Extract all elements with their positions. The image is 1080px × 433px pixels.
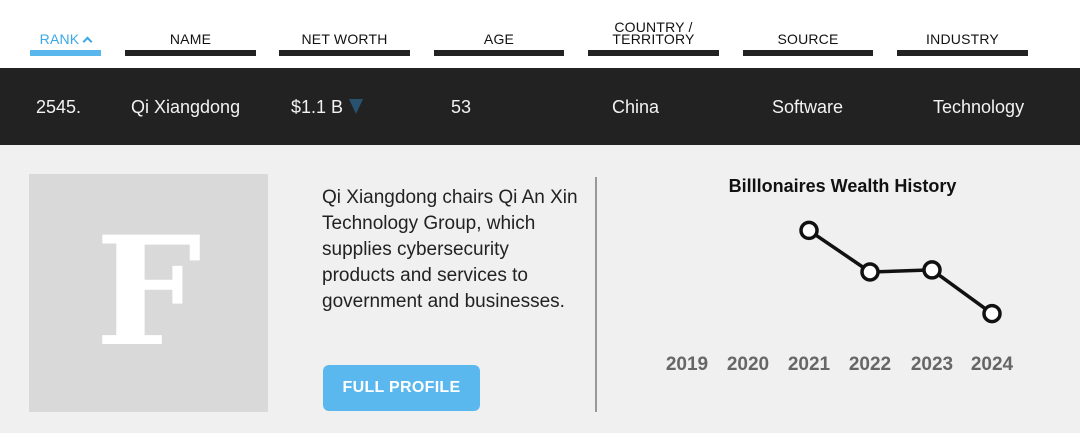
name-cell: Qi Xiangdong: [131, 97, 241, 117]
source-cell: Software: [772, 97, 844, 117]
column-header-net-worth[interactable]: NET WORTH: [279, 0, 410, 68]
chevron-up-icon: [82, 36, 93, 47]
column-header-name-bar: [125, 50, 256, 56]
column-header-industry-bar: [897, 50, 1028, 56]
divider: [595, 177, 597, 412]
column-header-country-bar: [588, 50, 719, 56]
column-header-name-label: NAME: [169, 31, 212, 47]
data-point-2021[interactable]: [799, 220, 819, 241]
x-tick-label: 2023: [911, 354, 953, 375]
rank-cell: 2545.: [36, 97, 82, 117]
x-tick-label: 2024: [971, 354, 1014, 375]
net-worth-cell: $1.1 B: [291, 97, 364, 117]
column-header-rank-bar: [30, 50, 101, 56]
column-header-source-bar: [743, 50, 873, 56]
row-detail-panel: F Qi Xiangdong chairs Qi An Xin Technolo…: [0, 145, 1080, 433]
data-point-2023[interactable]: [922, 260, 942, 280]
column-header-net-worth-label: NET WORTH: [301, 31, 388, 47]
column-header-country[interactable]: COUNTRY / TERRITORY: [588, 0, 719, 68]
table-header: RANK NAME NET WORTH AGE COUNTRY / TERRIT…: [0, 0, 1080, 68]
chart-title: Billlonaires Wealth History: [728, 176, 957, 196]
series-line-segment: [808, 228, 871, 274]
column-header-source-label: SOURCE: [777, 31, 839, 47]
full-profile-button[interactable]: FULL PROFILE: [323, 365, 480, 411]
column-header-net-worth-bar: [279, 50, 410, 56]
column-header-age-bar: [434, 50, 564, 56]
x-tick-label: 2020: [727, 354, 769, 375]
avatar: F: [29, 174, 268, 412]
industry-cell: Technology: [933, 97, 1025, 117]
table-row[interactable]: 2545. Qi Xiangdong $1.1 B 53 China Softw…: [0, 68, 1080, 145]
column-header-industry-label: INDUSTRY: [926, 31, 999, 47]
x-tick-label: 2022: [849, 354, 891, 375]
column-header-industry[interactable]: INDUSTRY: [897, 0, 1028, 68]
country-cell: China: [612, 97, 660, 117]
column-header-rank[interactable]: RANK: [30, 0, 101, 68]
x-tick-label: 2021: [788, 354, 831, 375]
data-point-2022[interactable]: [860, 262, 880, 282]
column-header-age-label: AGE: [483, 31, 515, 47]
age-cell: 53: [451, 97, 472, 117]
net-worth-value: $1.1 B: [291, 97, 344, 117]
column-header-name[interactable]: NAME: [125, 0, 256, 68]
wealth-history-chart: 2019 2020 2021 2022 2023 2024: [666, 220, 1014, 375]
column-header-rank-label: RANK: [39, 31, 80, 47]
down-triangle-icon: [349, 99, 364, 114]
column-header-source[interactable]: SOURCE: [743, 0, 873, 68]
forbes-logo-letter: F: [95, 204, 202, 380]
column-header-country-label: COUNTRY / TERRITORY: [612, 19, 695, 47]
x-tick-label: 2019: [666, 354, 708, 375]
column-header-age[interactable]: AGE: [434, 0, 564, 68]
data-point-2024[interactable]: [982, 303, 1002, 324]
series-line-segment: [930, 268, 994, 316]
bio-text: Qi Xiangdong chairs Qi An Xin Technology…: [322, 187, 578, 312]
